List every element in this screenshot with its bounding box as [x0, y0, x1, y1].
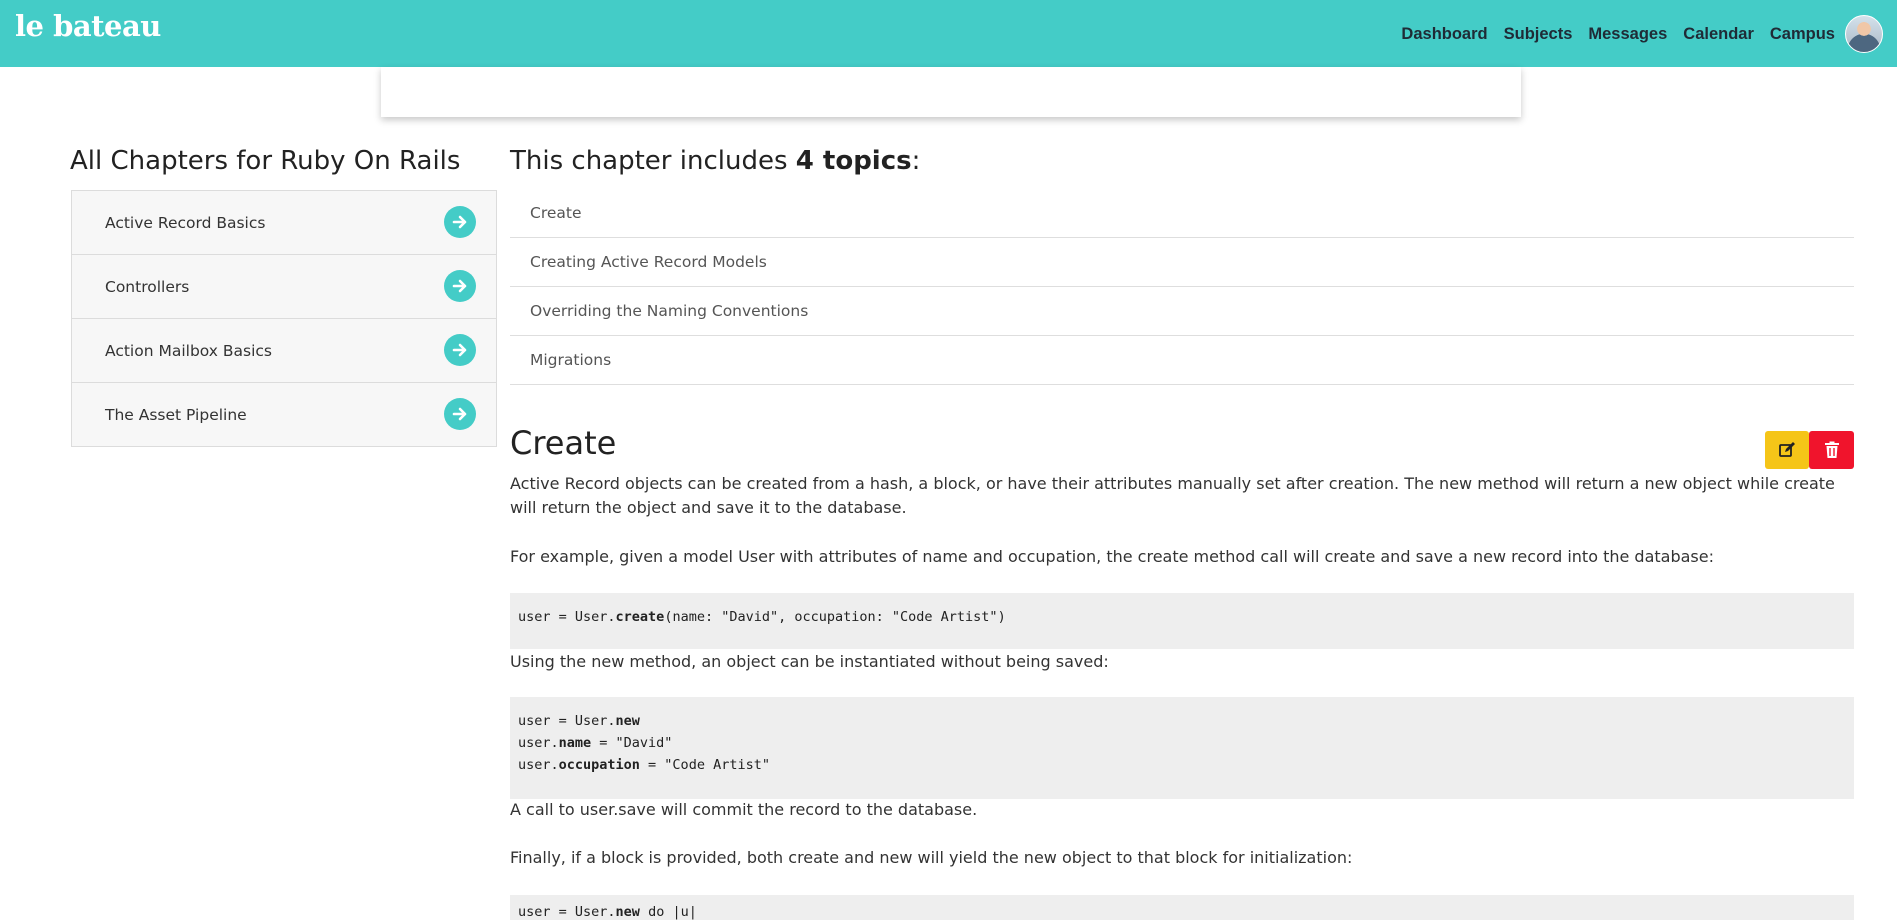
topic-item[interactable]: Migrations	[510, 336, 1854, 385]
code-keyword: occupation	[558, 757, 640, 773]
topics-count: 4 topics	[795, 146, 912, 176]
chapter-item[interactable]: Active Record Basics	[72, 191, 496, 255]
code-text: (name: "David", occupation: "Code Artist…	[664, 609, 1006, 625]
arrow-right-circle-icon[interactable]	[444, 334, 476, 366]
code-block: user = User.new do |u|	[510, 895, 1854, 920]
nav-calendar[interactable]: Calendar	[1683, 25, 1754, 44]
chapter-item[interactable]: Controllers	[72, 255, 496, 319]
topic-item[interactable]: Create	[510, 189, 1854, 238]
chapter-label: Action Mailbox Basics	[105, 341, 273, 360]
arrow-right-circle-icon[interactable]	[444, 270, 476, 302]
code-text: user = User.	[518, 904, 616, 920]
code-text: user.	[518, 735, 559, 751]
nav-messages[interactable]: Messages	[1588, 25, 1667, 44]
arrow-right-circle-icon[interactable]	[444, 206, 476, 238]
top-card	[381, 67, 1521, 117]
topics-heading: This chapter includes 4 topics:	[510, 146, 920, 176]
chapter-item[interactable]: The Asset Pipeline	[72, 383, 496, 446]
arrow-right-circle-icon[interactable]	[444, 398, 476, 430]
edit-icon	[1779, 442, 1795, 457]
nav-dashboard[interactable]: Dashboard	[1401, 25, 1487, 44]
nav-subjects[interactable]: Subjects	[1504, 25, 1573, 44]
chapter-list: Active Record Basics Controllers Action …	[71, 190, 497, 447]
paragraph: For example, given a model User with att…	[510, 547, 1714, 566]
nav-campus[interactable]: Campus	[1770, 25, 1835, 44]
edit-button[interactable]	[1765, 431, 1809, 469]
code-block: user = User.new user.name = "David" user…	[510, 697, 1854, 799]
code-text: do |u|	[639, 904, 697, 920]
chapters-title: All Chapters for Ruby On Rails	[70, 146, 461, 176]
code-keyword: new	[615, 904, 640, 920]
section-title: Create	[510, 424, 617, 462]
nav-links: Dashboard Subjects Messages Calendar Cam…	[1385, 14, 1883, 54]
topic-list: Create Creating Active Record Models Ove…	[510, 189, 1854, 385]
topics-heading-suffix: :	[911, 146, 921, 176]
paragraph: Using the new method, an object can be i…	[510, 652, 1109, 671]
chapter-label: Active Record Basics	[105, 213, 266, 232]
code-keyword: new	[615, 713, 640, 729]
trash-icon	[1824, 441, 1839, 458]
delete-button[interactable]	[1809, 431, 1854, 469]
code-text: = "David"	[591, 735, 673, 751]
topics-heading-prefix: This chapter includes	[510, 146, 796, 176]
code-text: user = User.	[518, 609, 616, 625]
code-keyword: create	[615, 609, 665, 625]
code-text: user = User.	[518, 713, 616, 729]
chapter-label: The Asset Pipeline	[105, 405, 247, 424]
paragraph: A call to user.save will commit the reco…	[510, 800, 978, 819]
top-navbar: le bateau Dashboard Subjects Messages Ca…	[0, 0, 1897, 67]
paragraph: Active Record objects can be created fro…	[510, 474, 1835, 517]
code-keyword: name	[558, 735, 592, 751]
chapter-item[interactable]: Action Mailbox Basics	[72, 319, 496, 383]
topic-item[interactable]: Overriding the Naming Conventions	[510, 287, 1854, 336]
brand-logo[interactable]: le bateau	[15, 9, 161, 43]
code-text: user.	[518, 757, 559, 773]
code-text: = "Code Artist"	[639, 757, 770, 773]
user-avatar[interactable]	[1845, 15, 1883, 53]
paragraph: Finally, if a block is provided, both cr…	[510, 848, 1353, 867]
topic-item[interactable]: Creating Active Record Models	[510, 238, 1854, 287]
code-block: user = User.create(name: "David", occupa…	[510, 593, 1854, 649]
chapter-label: Controllers	[105, 277, 190, 296]
